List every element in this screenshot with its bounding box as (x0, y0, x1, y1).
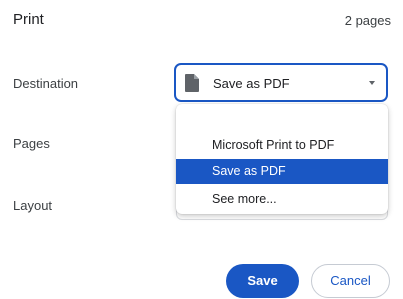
cancel-button[interactable]: Cancel (311, 264, 390, 298)
document-icon (185, 74, 199, 92)
destination-label: Destination (13, 76, 79, 91)
save-button[interactable]: Save (226, 264, 299, 298)
dropdown-option-microsoft-print-to-pdf[interactable]: Microsoft Print to PDF (176, 133, 388, 158)
destination-value: Save as PDF (213, 76, 290, 91)
dropdown-option-save-as-pdf[interactable]: Save as PDF (176, 159, 388, 184)
destination-dropdown-list: Microsoft Print to PDF Save as PDF See m… (176, 104, 388, 214)
dropdown-option-see-more[interactable]: See more... (176, 187, 388, 212)
layout-label: Layout (13, 198, 53, 213)
destination-select[interactable]: Save as PDF (174, 63, 388, 102)
page-count: 2 pages (344, 13, 391, 28)
print-dialog: Print 2 pages Destination Pages Layout S… (0, 0, 403, 299)
chevron-down-icon (369, 81, 375, 85)
dialog-title: Print (13, 11, 44, 28)
pages-label: Pages (13, 136, 50, 151)
